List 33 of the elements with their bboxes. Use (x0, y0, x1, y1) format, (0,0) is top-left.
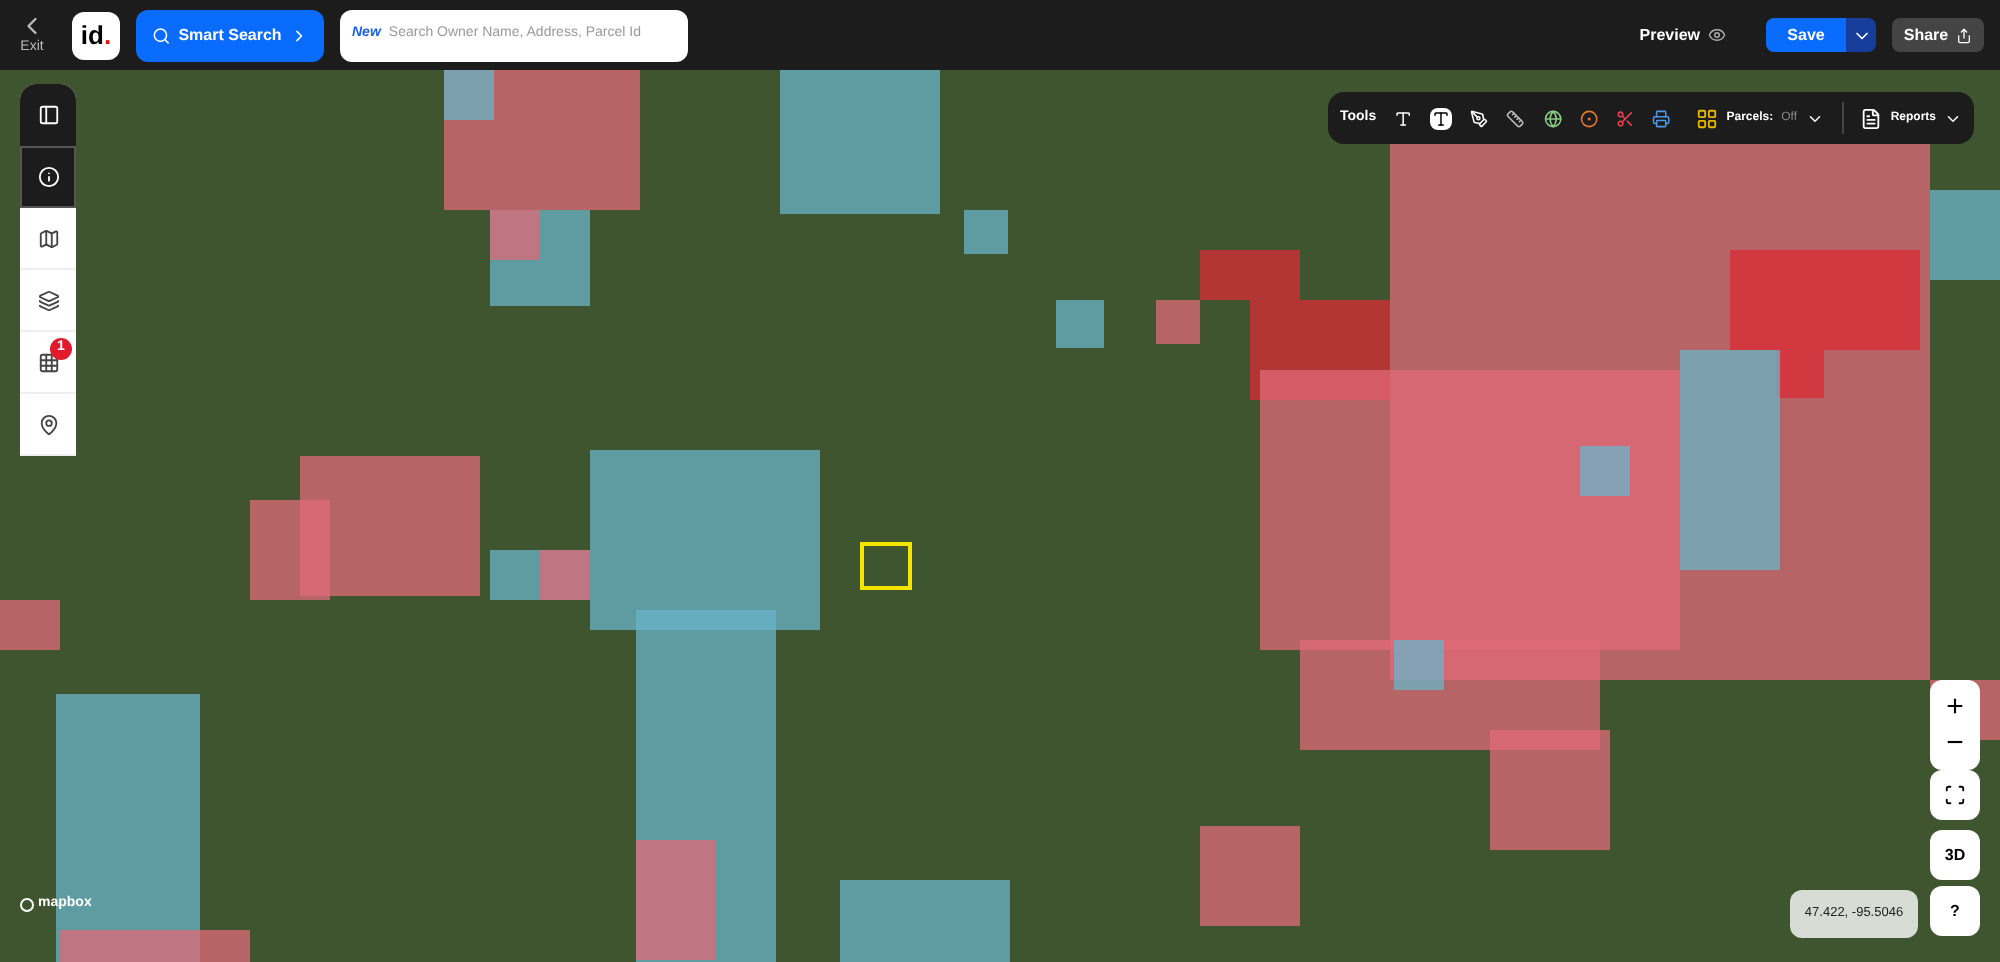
save-options-button[interactable] (1846, 18, 1876, 52)
sidebar-button[interactable] (20, 84, 76, 146)
info-icon (37, 166, 59, 188)
ruler-icon[interactable] (1506, 107, 1526, 129)
share-button[interactable]: Share (1892, 18, 1984, 52)
scissors-icon[interactable] (1615, 107, 1635, 129)
preview-button[interactable]: Preview (1639, 23, 1726, 47)
smart-search-button[interactable]: Smart Search (136, 9, 324, 61)
globe-icon[interactable] (1543, 107, 1562, 129)
pin-icon (37, 413, 59, 435)
layers-icon (37, 289, 59, 311)
fullscreen-button[interactable] (1930, 770, 1980, 820)
logo[interactable]: id. (72, 11, 120, 59)
grid-icon (37, 351, 59, 373)
eye-icon (1708, 26, 1726, 44)
panel-icon (37, 104, 59, 126)
document-icon (1860, 107, 1883, 129)
zoom-out-button[interactable]: − (1946, 725, 1964, 761)
parcel-grid-icon (1696, 107, 1719, 129)
3d-button[interactable]: 3D (1930, 830, 1980, 880)
text-box-tool-icon[interactable] (1430, 107, 1453, 129)
help-button[interactable]: ? (1930, 886, 1980, 936)
text-tool-icon[interactable] (1394, 107, 1413, 129)
printer-icon[interactable] (1652, 107, 1671, 129)
ring-icon[interactable] (1579, 107, 1598, 129)
zoom-in-button[interactable]: + (1946, 689, 1964, 725)
map-icon (37, 227, 59, 249)
sidebar-button[interactable] (20, 146, 76, 208)
share-icon (1956, 27, 1973, 43)
mapbox-logo-icon (20, 897, 34, 912)
fullscreen-icon (1944, 784, 1966, 806)
search-icon (152, 25, 171, 45)
save-button[interactable]: Save (1766, 18, 1846, 52)
